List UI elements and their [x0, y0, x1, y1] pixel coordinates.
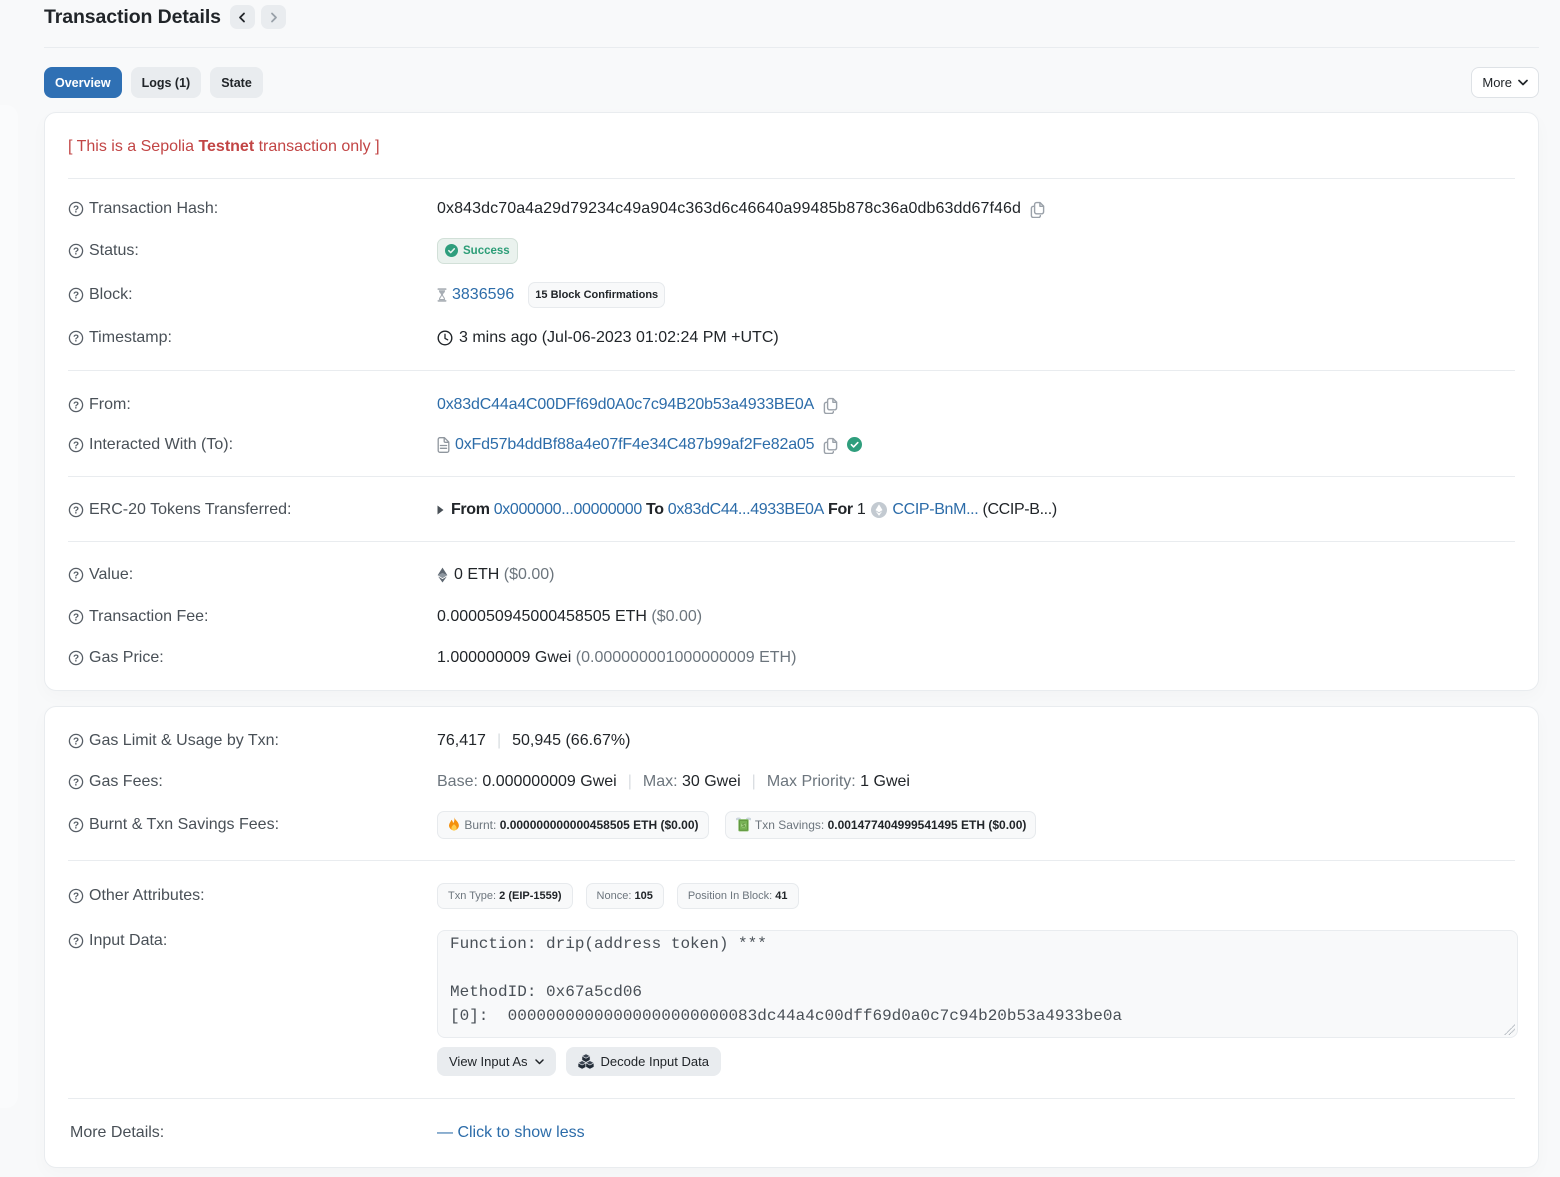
svg-text:?: ? [73, 333, 79, 344]
svg-text:?: ? [73, 400, 79, 411]
svg-text:?: ? [73, 891, 79, 902]
svg-text:?: ? [73, 570, 79, 581]
svg-text:?: ? [73, 505, 79, 516]
svg-text:?: ? [73, 612, 79, 623]
svg-text:?: ? [73, 246, 79, 257]
svg-text:?: ? [73, 820, 79, 831]
svg-text:?: ? [73, 653, 79, 664]
svg-text:$: $ [742, 823, 745, 829]
svg-text:?: ? [73, 936, 79, 947]
svg-text:?: ? [73, 777, 79, 788]
svg-text:?: ? [73, 290, 79, 301]
svg-text:?: ? [73, 736, 79, 747]
svg-text:?: ? [73, 204, 79, 215]
svg-text:?: ? [73, 440, 79, 451]
